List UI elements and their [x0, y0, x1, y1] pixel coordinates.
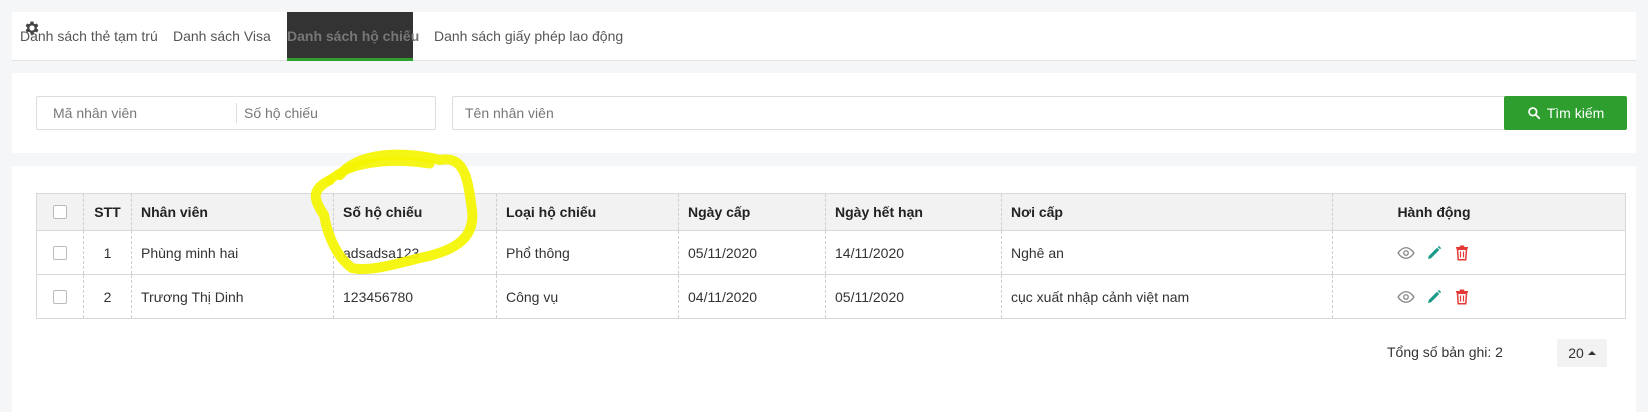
header-actions: Hành động	[1332, 194, 1535, 230]
search-icon	[1527, 107, 1540, 120]
cell-employee: Trương Thị Dinh	[131, 275, 333, 318]
page-size-value: 20	[1568, 345, 1584, 361]
passport-number-input[interactable]	[233, 97, 433, 129]
cell-passport-number: adsadsa123	[333, 231, 496, 274]
code-passport-field-group	[36, 96, 436, 130]
header-select-cell	[37, 194, 83, 230]
tab-passports[interactable]: Danh sách hộ chiếu	[287, 12, 419, 61]
cell-employee: Phùng minh hai	[131, 231, 333, 274]
search-button[interactable]: Tìm kiếm	[1504, 96, 1627, 130]
cell-issue-place: cục xuất nhập cảnh việt nam	[1001, 275, 1332, 318]
cell-issue-date: 05/11/2020	[678, 231, 825, 274]
employee-name-input[interactable]	[452, 96, 1514, 130]
header-stt: STT	[83, 194, 131, 230]
page-size-select[interactable]: 20	[1557, 339, 1607, 367]
passport-table: STT Nhân viên Số hộ chiếu Loại hộ chiếu …	[36, 193, 1626, 319]
table-row: 2 Trương Thị Dinh 123456780 Công vụ 04/1…	[37, 274, 1625, 318]
table-header-row: STT Nhân viên Số hộ chiếu Loại hộ chiếu …	[37, 194, 1625, 230]
pencil-icon[interactable]	[1425, 288, 1443, 306]
cell-passport-type: Công vụ	[496, 275, 678, 318]
cell-passport-number: 123456780	[333, 275, 496, 318]
gear-icon[interactable]	[23, 19, 41, 37]
cell-stt: 2	[83, 275, 131, 318]
header-expiry-date: Ngày hết hạn	[825, 194, 1001, 230]
total-records-label: Tổng số bản ghi: 2	[1387, 344, 1503, 360]
trash-icon[interactable]	[1453, 288, 1471, 306]
row-checkbox[interactable]	[53, 289, 67, 304]
table-row: 1 Phùng minh hai adsadsa123 Phổ thông 05…	[37, 230, 1625, 274]
row-select-cell	[37, 231, 83, 274]
cell-stt: 1	[83, 231, 131, 274]
header-employee: Nhân viên	[131, 194, 333, 230]
cell-passport-type: Phổ thông	[496, 231, 678, 274]
eye-icon[interactable]	[1397, 288, 1415, 306]
search-panel: Tìm kiếm	[12, 73, 1636, 153]
cell-expiry-date: 14/11/2020	[825, 231, 1001, 274]
header-passport-type: Loại hộ chiếu	[496, 194, 678, 230]
cell-issue-place: Nghê an	[1001, 231, 1332, 274]
tab-visa[interactable]: Danh sách Visa	[173, 12, 271, 60]
header-issue-place: Nơi cấp	[1001, 194, 1332, 230]
row-select-cell	[37, 275, 83, 318]
header-issue-date: Ngày cấp	[678, 194, 825, 230]
eye-icon[interactable]	[1397, 244, 1415, 262]
employee-code-input[interactable]	[37, 97, 227, 129]
cell-issue-date: 04/11/2020	[678, 275, 825, 318]
caret-up-icon	[1587, 351, 1596, 355]
tab-work-permits[interactable]: Danh sách giấy phép lao động	[434, 12, 623, 60]
cell-actions	[1332, 275, 1535, 318]
tab-bar: Danh sách thẻ tạm trú Danh sách Visa Dan…	[12, 12, 1636, 61]
header-passport-number: Số hộ chiếu	[333, 194, 496, 230]
passport-table-panel: STT Nhân viên Số hộ chiếu Loại hộ chiếu …	[12, 166, 1636, 412]
cell-expiry-date: 05/11/2020	[825, 275, 1001, 318]
select-all-checkbox[interactable]	[53, 205, 67, 219]
row-checkbox[interactable]	[53, 245, 67, 260]
cell-actions	[1332, 231, 1535, 274]
search-button-label: Tìm kiếm	[1546, 105, 1605, 121]
trash-icon[interactable]	[1453, 244, 1471, 262]
pencil-icon[interactable]	[1425, 244, 1443, 262]
